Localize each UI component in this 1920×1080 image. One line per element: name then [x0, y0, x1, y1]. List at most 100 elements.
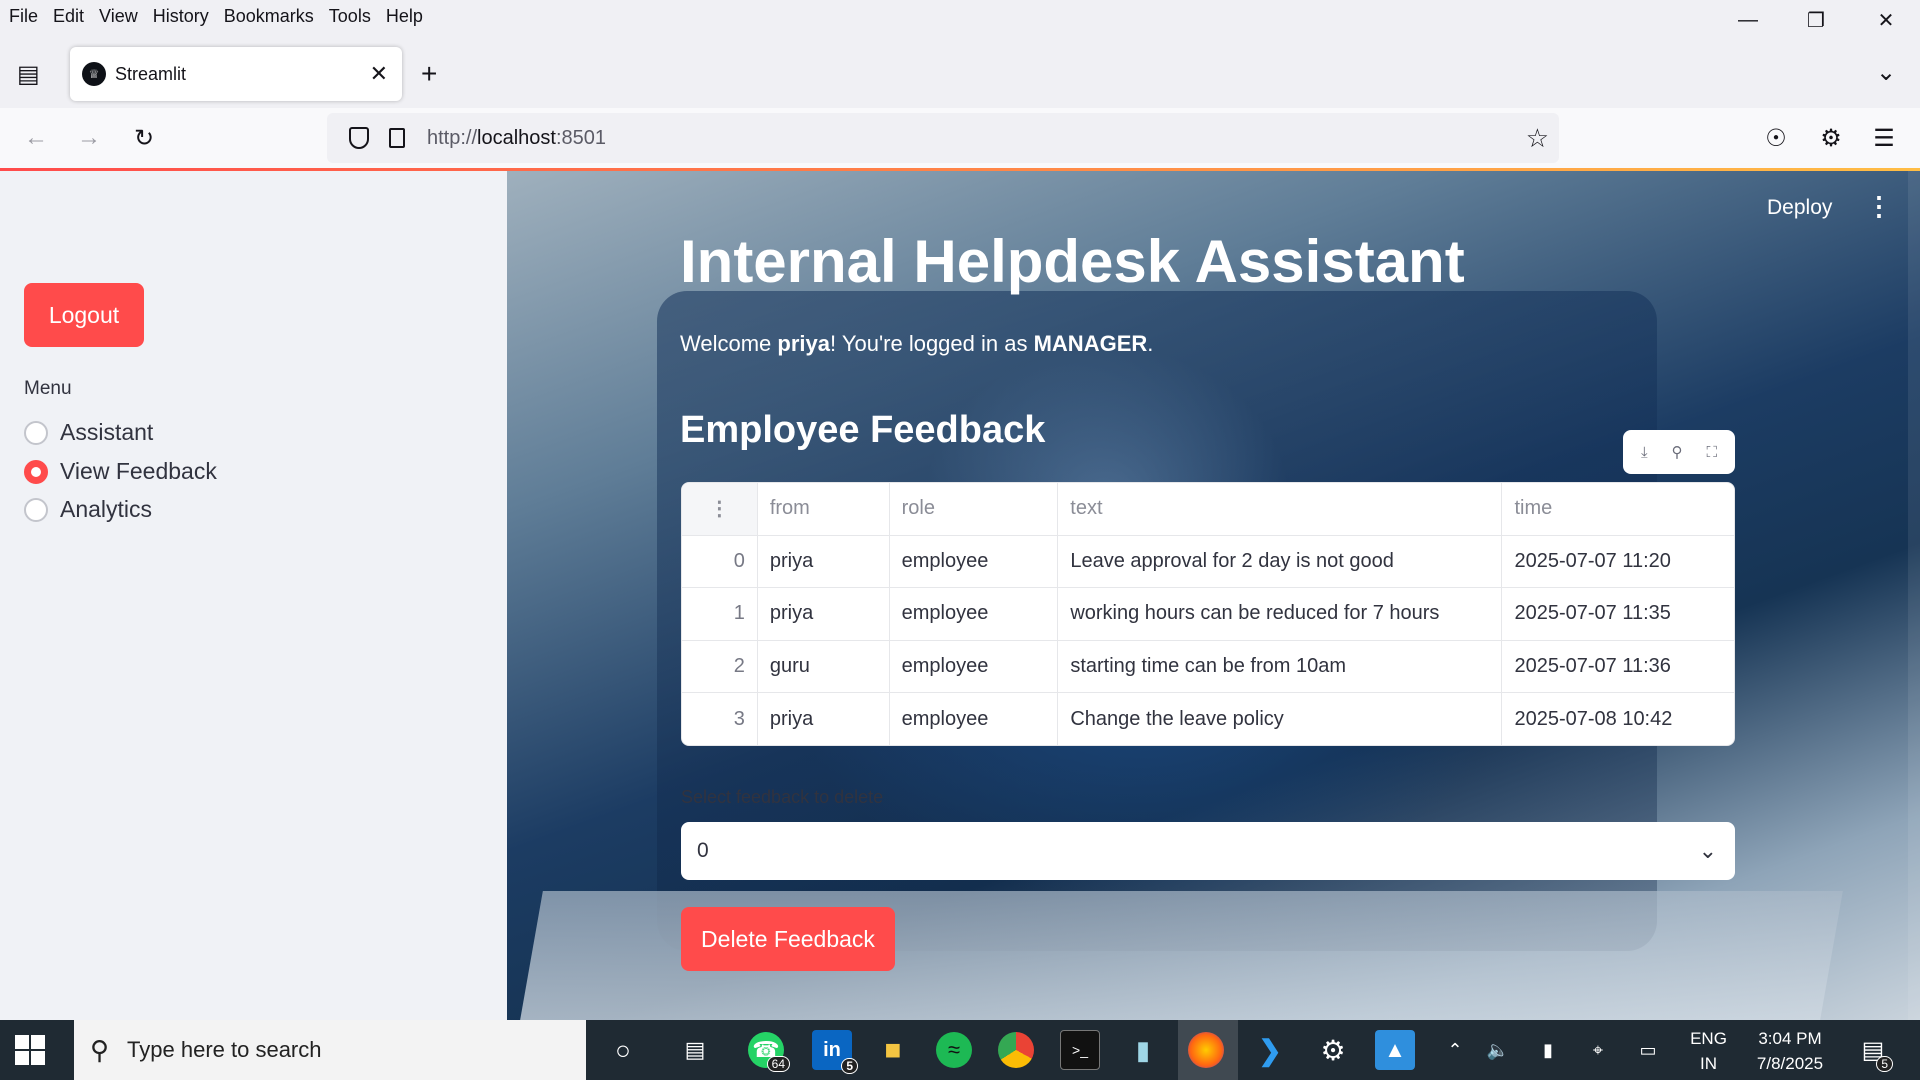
forward-icon[interactable]: →: [71, 120, 107, 156]
terminal-icon[interactable]: >_: [1060, 1030, 1100, 1070]
search-magnifier-icon: ⚲: [90, 1034, 110, 1065]
tray-overflow-chevron-icon[interactable]: ⌃: [1440, 1020, 1470, 1080]
cell-text[interactable]: Leave approval for 2 day is not good: [1058, 535, 1503, 587]
table-row[interactable]: 0 priya employee Leave approval for 2 da…: [682, 535, 1734, 588]
table-row[interactable]: 2 guru employee starting time can be fro…: [682, 640, 1734, 693]
taskbar-search[interactable]: ⚲ Type here to search: [74, 1020, 586, 1080]
cell-time[interactable]: 2025-07-07 11:36: [1502, 641, 1734, 693]
linkedin-icon[interactable]: in 5: [812, 1030, 858, 1074]
cell-time[interactable]: 2025-07-07 11:20: [1502, 536, 1734, 588]
cell-from[interactable]: priya: [758, 693, 890, 745]
column-header-role[interactable]: role: [890, 483, 1059, 535]
search-icon[interactable]: ⚲: [1672, 443, 1683, 461]
photos-icon[interactable]: ▲: [1375, 1030, 1415, 1070]
spotify-icon[interactable]: ≈: [936, 1032, 972, 1068]
radio-circle[interactable]: [24, 497, 48, 522]
streamlit-favicon-icon: ♕: [82, 62, 106, 86]
back-icon[interactable]: ←: [18, 120, 54, 156]
page-info-icon[interactable]: [389, 128, 405, 148]
table-row[interactable]: 1 priya employee working hours can be re…: [682, 588, 1734, 641]
table-row[interactable]: 3 priya employee Change the leave policy…: [682, 693, 1734, 745]
display-icon[interactable]: ▭: [1633, 1020, 1663, 1080]
menu-history[interactable]: History: [153, 6, 209, 27]
app-menu-icon[interactable]: ☰: [1866, 120, 1902, 156]
radio-assistant[interactable]: Assistant: [24, 419, 153, 446]
column-menu-icon[interactable]: ⋮: [682, 483, 758, 535]
menu-edit[interactable]: Edit: [53, 6, 84, 27]
chrome-icon[interactable]: [998, 1032, 1034, 1068]
logout-button[interactable]: Logout: [24, 283, 144, 347]
battery-icon[interactable]: ▮: [1533, 1020, 1563, 1080]
language-indicator[interactable]: ENG IN: [1686, 1026, 1731, 1076]
radio-circle[interactable]: [24, 420, 48, 445]
url-text[interactable]: http://localhost:8501: [427, 127, 606, 150]
settings-gear-icon[interactable]: ⚙: [1313, 1030, 1353, 1070]
table-header-row: ⋮ from role text time: [682, 483, 1734, 536]
column-header-time[interactable]: time: [1502, 483, 1734, 535]
cell-role[interactable]: employee: [890, 640, 1059, 692]
firefox-icon[interactable]: [1188, 1032, 1224, 1068]
vscode-icon[interactable]: ❯: [1250, 1030, 1290, 1070]
cell-time[interactable]: 2025-07-07 11:35: [1502, 588, 1734, 640]
tab-title: Streamlit: [115, 63, 187, 84]
account-icon[interactable]: ☉: [1758, 120, 1794, 156]
tracking-shield-icon[interactable]: [349, 127, 369, 149]
column-header-text[interactable]: text: [1058, 483, 1503, 535]
extensions-icon[interactable]: ⚙: [1813, 120, 1849, 156]
cortana-icon[interactable]: ○: [603, 1030, 643, 1070]
address-bar[interactable]: http://localhost:8501 ☆: [327, 113, 1559, 163]
radio-label: Assistant: [60, 419, 154, 445]
menu-file[interactable]: File: [9, 6, 38, 27]
cell-text[interactable]: starting time can be from 10am: [1058, 640, 1503, 692]
radio-circle-selected[interactable]: [24, 459, 48, 484]
menu-bookmarks[interactable]: Bookmarks: [224, 6, 314, 27]
row-index: 0: [682, 535, 758, 587]
new-tab-icon[interactable]: +: [421, 58, 437, 90]
dataframe-toolbar: ⤓ ⚲ ⛶: [1623, 430, 1735, 474]
wifi-icon[interactable]: ⌖: [1583, 1020, 1613, 1080]
chevron-down-icon[interactable]: ⌄: [1699, 838, 1717, 864]
notification-count: 5: [1876, 1056, 1893, 1072]
windows-start-icon[interactable]: [15, 1035, 45, 1065]
cell-text[interactable]: working hours can be reduced for 7 hours: [1058, 588, 1503, 640]
radio-view-feedback[interactable]: View Feedback: [24, 458, 217, 485]
cell-time[interactable]: 2025-07-08 10:42: [1502, 693, 1734, 745]
row-index: 2: [682, 640, 758, 692]
page-scrollbar[interactable]: [1908, 171, 1920, 1020]
reload-icon[interactable]: ↻: [126, 120, 162, 156]
cell-text[interactable]: Change the leave policy: [1058, 693, 1503, 745]
file-explorer-icon[interactable]: ■: [873, 1030, 913, 1070]
tab-close-icon[interactable]: ✕: [370, 61, 388, 87]
bookmark-star-icon[interactable]: ☆: [1526, 123, 1549, 154]
list-tabs-chevron-icon[interactable]: ⌄: [1876, 58, 1896, 87]
cell-role[interactable]: employee: [890, 693, 1059, 745]
deploy-button[interactable]: Deploy: [1767, 196, 1832, 220]
cell-from[interactable]: priya: [758, 535, 890, 587]
column-header-from[interactable]: from: [758, 483, 890, 535]
volume-icon[interactable]: 🔈: [1483, 1020, 1513, 1080]
feedback-select[interactable]: 0 ⌄: [681, 822, 1735, 880]
feedback-table[interactable]: ⋮ from role text time 0 priya employee L…: [681, 482, 1735, 746]
whatsapp-icon[interactable]: ☎ 64: [748, 1032, 790, 1072]
main-menu-kebab-icon[interactable]: ⋮: [1866, 191, 1892, 222]
task-view-icon[interactable]: ▤: [675, 1030, 715, 1070]
notepad-icon[interactable]: ▮: [1123, 1030, 1163, 1070]
menu-help[interactable]: Help: [386, 6, 423, 27]
tab-streamlit[interactable]: ♕ Streamlit ✕: [70, 47, 402, 101]
cell-role[interactable]: employee: [890, 588, 1059, 640]
tab-strip: ▤ ♕ Streamlit ✕ + ⌄: [0, 33, 1920, 108]
menu-view[interactable]: View: [99, 6, 138, 27]
radio-label: Analytics: [60, 496, 153, 522]
tab-overview-icon[interactable]: ▤: [17, 60, 40, 89]
menu-tools[interactable]: Tools: [329, 6, 371, 27]
fullscreen-icon[interactable]: ⛶: [1706, 444, 1717, 461]
download-icon[interactable]: ⤓: [1641, 444, 1648, 461]
radio-analytics[interactable]: Analytics: [24, 496, 152, 523]
cell-from[interactable]: priya: [758, 588, 890, 640]
cell-from[interactable]: guru: [758, 640, 890, 692]
notifications-icon[interactable]: ▤ 5: [1855, 1020, 1893, 1080]
menu-label: Menu: [24, 378, 72, 399]
clock[interactable]: 3:04 PM 7/8/2025: [1735, 1026, 1845, 1076]
cell-role[interactable]: employee: [890, 535, 1059, 587]
delete-feedback-button[interactable]: Delete Feedback: [681, 907, 895, 971]
